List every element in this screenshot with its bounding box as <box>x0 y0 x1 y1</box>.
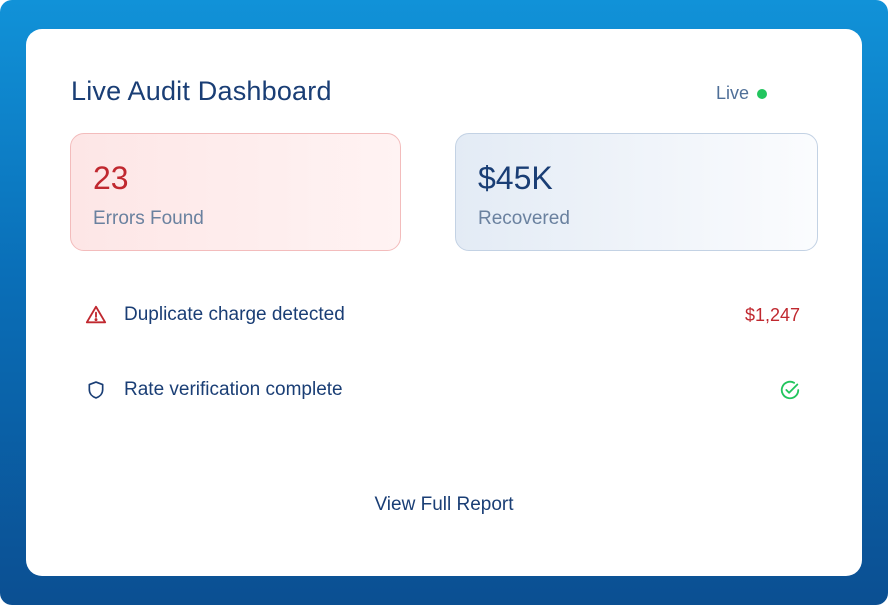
recovered-stat-card: $45K Recovered <box>455 133 818 251</box>
errors-stat-card: 23 Errors Found <box>70 133 401 251</box>
activity-item-duplicate-charge: Duplicate charge detected $1,247 <box>84 299 802 331</box>
app-background: Live Audit Dashboard Live 23 Errors Foun… <box>0 0 888 605</box>
activity-item-text: Rate verification complete <box>124 379 343 400</box>
activity-item-text: Duplicate charge detected <box>124 304 345 325</box>
live-status-indicator: Live <box>716 83 768 104</box>
dashboard-card: Live Audit Dashboard Live 23 Errors Foun… <box>26 29 862 576</box>
errors-count: 23 <box>93 160 129 196</box>
live-status-label: Live <box>716 83 750 103</box>
page-title: Live Audit Dashboard <box>71 76 332 106</box>
live-dot-icon <box>757 88 768 99</box>
recovered-label: Recovered <box>478 208 570 229</box>
recovered-amount: $45K <box>478 160 553 196</box>
activity-item-amount: $1,247 <box>744 304 800 325</box>
shield-icon <box>84 378 108 402</box>
warning-triangle-icon <box>84 303 108 327</box>
activity-item-rate-verification: Rate verification complete <box>84 374 802 406</box>
errors-label: Errors Found <box>93 208 204 229</box>
check-circle-icon <box>778 378 802 402</box>
view-full-report-link[interactable]: View Full Report <box>26 494 862 516</box>
